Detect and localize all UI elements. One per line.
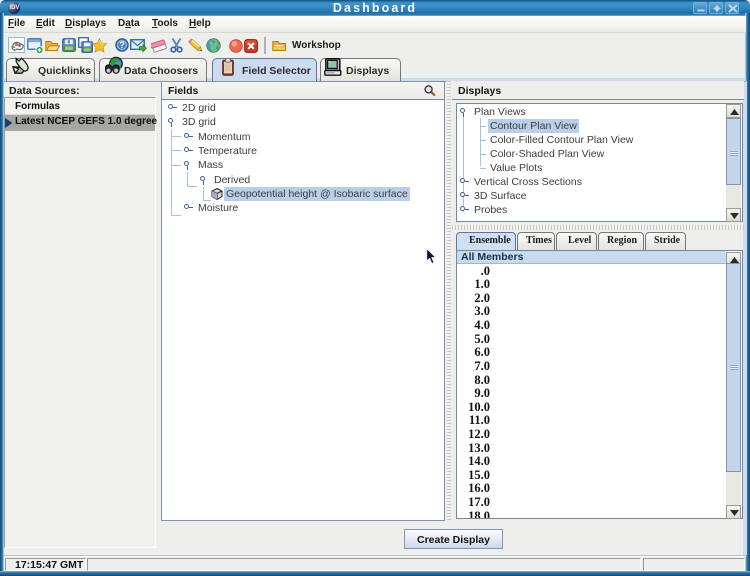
svg-text:?: ?: [119, 40, 125, 50]
